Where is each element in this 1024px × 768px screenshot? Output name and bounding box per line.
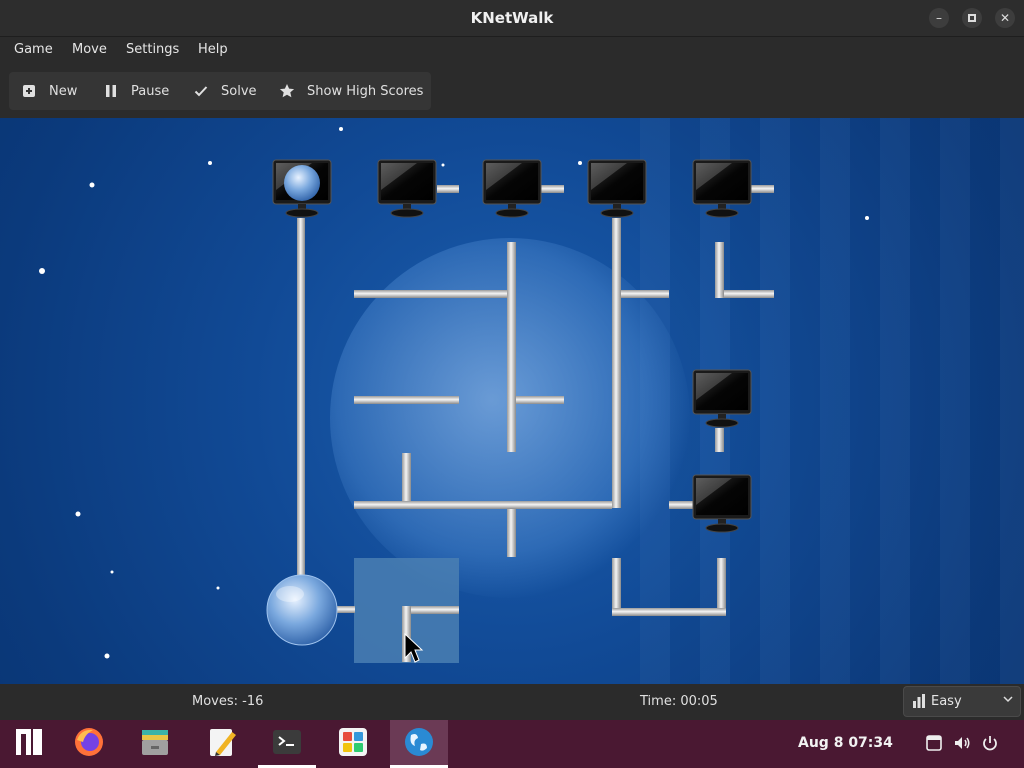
maximize-icon bbox=[968, 14, 976, 22]
text-editor-icon bbox=[206, 726, 238, 762]
menu-help[interactable]: Help bbox=[198, 42, 228, 57]
menu-game[interactable]: Game bbox=[14, 42, 53, 57]
menu-bar: Game Move Settings Help bbox=[0, 37, 1024, 65]
computer-monitor-icon[interactable] bbox=[692, 369, 752, 428]
maximize-button[interactable] bbox=[962, 8, 982, 28]
high-scores-label: Show High Scores bbox=[307, 83, 424, 99]
text-editor-button[interactable] bbox=[193, 720, 251, 768]
title-bar: KNetWalk – ✕ bbox=[0, 0, 1024, 37]
knetwalk-button[interactable] bbox=[390, 720, 448, 768]
terminal-button[interactable] bbox=[258, 720, 316, 768]
difficulty-icon bbox=[912, 694, 926, 712]
files-button[interactable] bbox=[126, 720, 184, 768]
show-high-scores-button[interactable]: Show High Scores bbox=[279, 72, 423, 110]
game-board[interactable] bbox=[0, 118, 1024, 684]
checkmark-icon bbox=[193, 83, 209, 99]
minimize-button[interactable]: – bbox=[929, 8, 949, 28]
pause-icon bbox=[103, 83, 119, 99]
software-store-icon bbox=[337, 726, 369, 762]
firefox-icon bbox=[73, 726, 105, 762]
moves-counter: Moves: -16 bbox=[192, 694, 264, 709]
window-title: KNetWalk bbox=[470, 9, 554, 27]
solve-button[interactable]: Solve bbox=[193, 72, 257, 110]
time-display: Time: 00:05 bbox=[640, 694, 718, 709]
power-icon[interactable] bbox=[981, 734, 999, 752]
new-document-icon bbox=[21, 83, 37, 99]
manjaro-menu-icon bbox=[15, 728, 43, 760]
computer-monitor-icon[interactable] bbox=[692, 474, 752, 533]
toolbar: New Pause Solve Show High Scores bbox=[9, 72, 431, 110]
terminal-icon bbox=[271, 726, 303, 762]
close-button[interactable]: ✕ bbox=[995, 8, 1015, 28]
menu-move[interactable]: Move bbox=[72, 42, 107, 57]
status-bar: Moves: -16 Time: 00:05 bbox=[0, 684, 1024, 720]
volume-icon[interactable] bbox=[953, 734, 971, 752]
pause-button[interactable]: Pause bbox=[103, 72, 169, 110]
star-icon bbox=[279, 83, 295, 99]
manjaro-menu-button[interactable] bbox=[0, 720, 58, 768]
server-globe-icon[interactable] bbox=[266, 574, 338, 646]
software-store-button[interactable] bbox=[324, 720, 382, 768]
files-icon bbox=[139, 726, 171, 762]
new-label: New bbox=[49, 83, 78, 99]
computer-monitor-icon[interactable] bbox=[482, 159, 542, 218]
minimize-icon: – bbox=[936, 11, 942, 25]
difficulty-select[interactable]: Easy bbox=[903, 686, 1021, 717]
pause-label: Pause bbox=[131, 83, 170, 99]
computer-monitor-icon[interactable] bbox=[377, 159, 437, 218]
computer-monitor-icon[interactable] bbox=[692, 159, 752, 218]
server-globe-icon[interactable] bbox=[272, 159, 332, 218]
computer-monitor-icon[interactable] bbox=[587, 159, 647, 218]
chevron-down-icon bbox=[1003, 693, 1013, 708]
clock[interactable]: Aug 8 07:34 bbox=[798, 735, 893, 751]
board-canvas bbox=[39, 127, 869, 663]
close-icon: ✕ bbox=[999, 11, 1011, 25]
solve-label: Solve bbox=[221, 83, 257, 99]
taskbar: Aug 8 07:34 bbox=[0, 720, 1024, 768]
difficulty-value: Easy bbox=[931, 694, 962, 709]
knetwalk-icon bbox=[403, 726, 435, 762]
menu-settings[interactable]: Settings bbox=[126, 42, 179, 57]
new-button[interactable]: New bbox=[21, 72, 77, 110]
clipboard-icon[interactable] bbox=[925, 734, 943, 752]
firefox-button[interactable] bbox=[60, 720, 118, 768]
